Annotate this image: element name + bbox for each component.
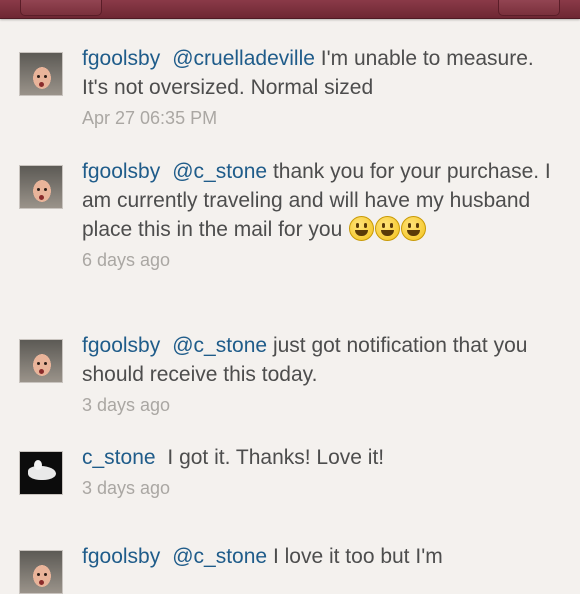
- action-button[interactable]: [498, 0, 560, 16]
- comment-text: I love it too but I'm: [272, 545, 443, 568]
- comment-timestamp: 3 days ago: [82, 395, 171, 415]
- smile-emoji-icon: [401, 216, 427, 241]
- comment-body: fgoolsby @cruelladeville I'm unable to me…: [82, 44, 552, 132]
- comment-body: fgoolsby @c_stone thank you for your purc…: [82, 157, 552, 274]
- mention-link[interactable]: @c_stone: [172, 545, 267, 568]
- mention-link[interactable]: @cruelladeville: [172, 47, 315, 70]
- user-avatar[interactable]: [19, 165, 63, 209]
- username-link[interactable]: fgoolsby: [82, 334, 160, 357]
- user-avatar[interactable]: [19, 550, 63, 594]
- avatar-figure: [34, 460, 42, 470]
- mention-link[interactable]: @c_stone: [172, 160, 267, 183]
- grin-emoji-icon: [375, 216, 401, 241]
- smile-emoji-icon: [349, 216, 375, 241]
- user-avatar[interactable]: [19, 451, 63, 495]
- comment-timestamp: 6 days ago: [82, 250, 171, 270]
- comment-body: c_stone I got it. Thanks! Love it! 3 day…: [82, 443, 552, 502]
- comment-text: I got it. Thanks! Love it!: [167, 446, 385, 469]
- username-link[interactable]: fgoolsby: [82, 160, 160, 183]
- username-link[interactable]: c_stone: [82, 446, 156, 469]
- username-link[interactable]: fgoolsby: [82, 545, 160, 568]
- user-avatar[interactable]: [19, 52, 63, 96]
- top-nav-bar: [0, 0, 580, 19]
- comment-body: fgoolsby @c_stone I love it too but I'm: [82, 542, 552, 571]
- user-avatar[interactable]: [19, 339, 63, 383]
- comment-timestamp: 3 days ago: [82, 478, 171, 498]
- mention-link[interactable]: @c_stone: [172, 334, 267, 357]
- back-button[interactable]: [20, 0, 102, 16]
- avatar-figure: [28, 466, 56, 480]
- username-link[interactable]: fgoolsby: [82, 47, 160, 70]
- comment-timestamp: Apr 27 06:35 PM: [82, 108, 218, 128]
- comment-body: fgoolsby @c_stone just got notification t…: [82, 331, 552, 419]
